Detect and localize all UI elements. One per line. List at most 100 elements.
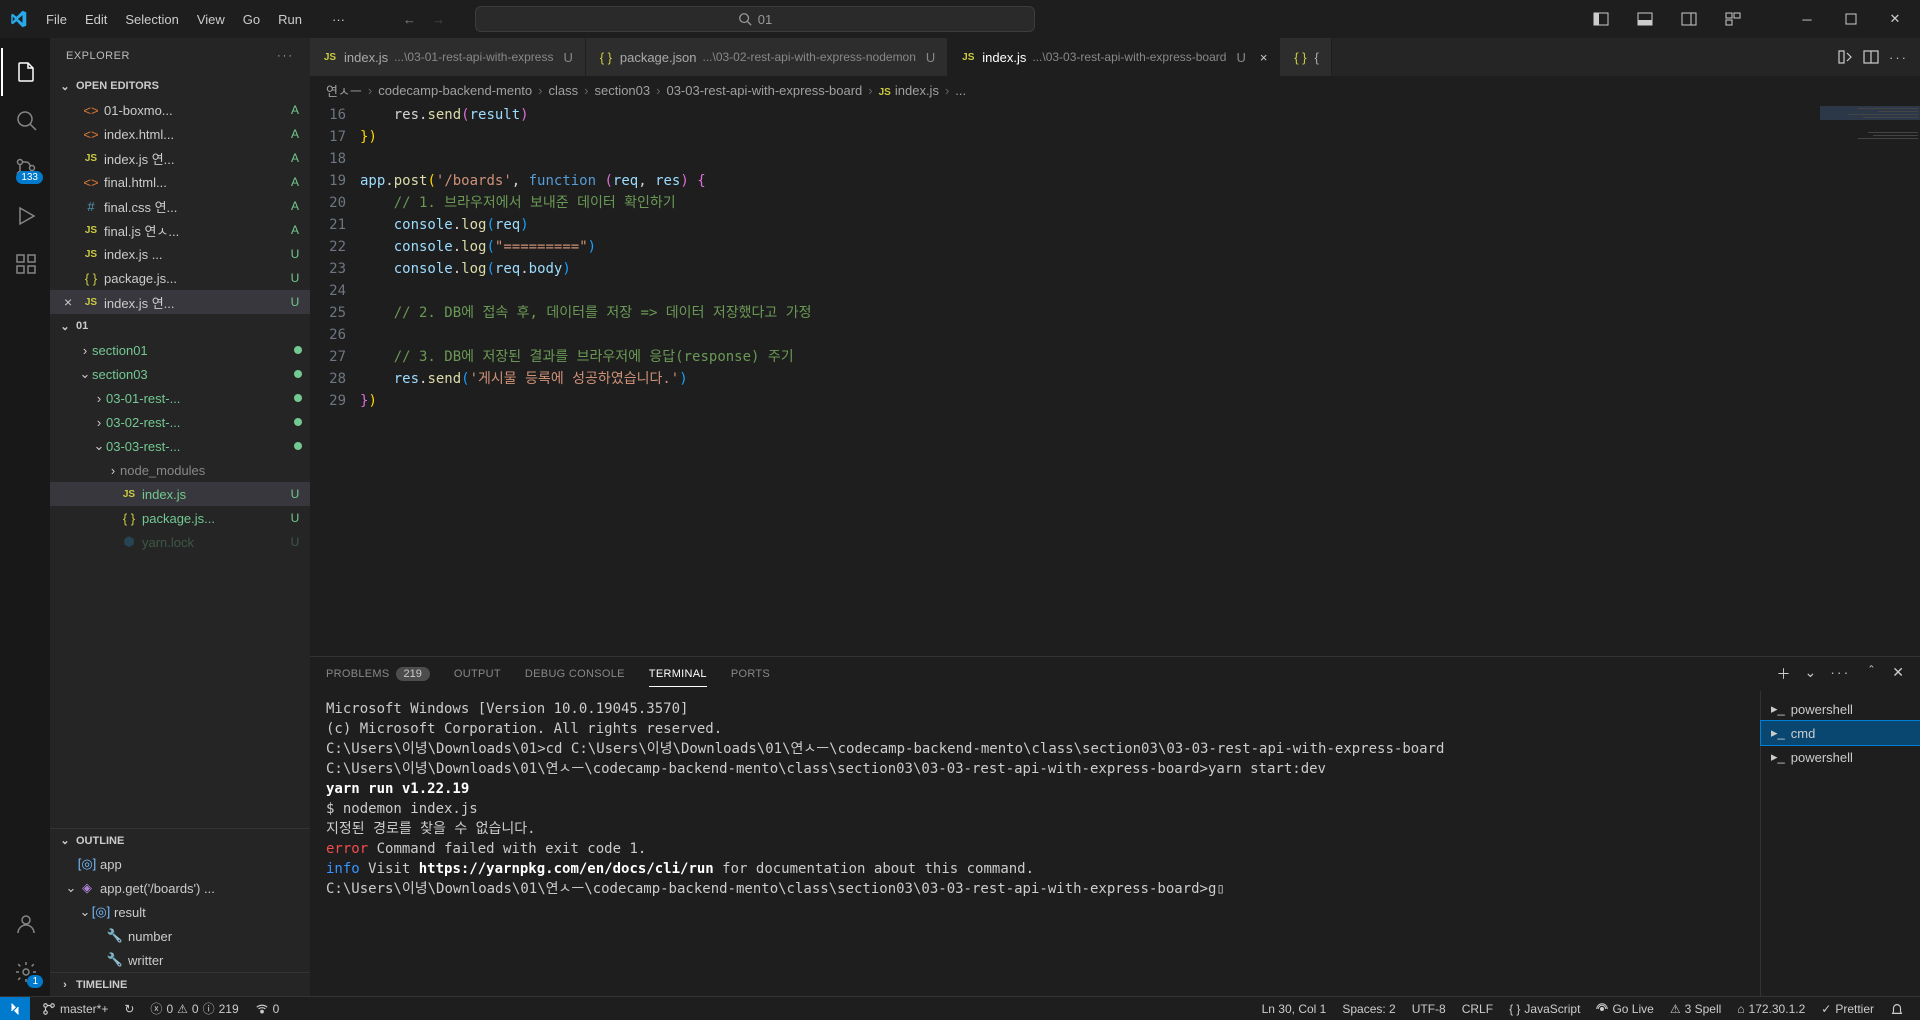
activity-account-icon[interactable]	[1, 900, 49, 948]
breadcrumb-segment[interactable]: section03	[594, 83, 650, 98]
panel-more-icon[interactable]: ···	[1830, 664, 1850, 684]
timeline-header[interactable]: › TIMELINE	[50, 972, 310, 996]
open-editor-item[interactable]: JSfinal.js 연ㅅ...A	[50, 218, 310, 242]
open-editor-item[interactable]: { }package.js...U	[50, 266, 310, 290]
minimap[interactable]	[1820, 104, 1920, 656]
tree-item[interactable]: ⬢yarn.lockU	[50, 530, 310, 554]
open-editor-item[interactable]: <>index.html...A	[50, 122, 310, 146]
open-editor-item[interactable]: JSindex.js ...U	[50, 242, 310, 266]
panel-maximize-icon[interactable]: ＾	[1864, 664, 1878, 684]
panel-tab-output[interactable]: OUTPUT	[454, 662, 501, 686]
open-editor-item[interactable]: ×JSindex.js 연...U	[50, 290, 310, 314]
tree-item[interactable]: ›03-02-rest-...	[50, 410, 310, 434]
workspace-header[interactable]: ⌄ 01	[50, 314, 310, 338]
command-center[interactable]: 01	[475, 6, 1035, 32]
status-port[interactable]: 0	[247, 997, 288, 1020]
tree-item[interactable]: ⌄section03	[50, 362, 310, 386]
run-compare-icon[interactable]	[1837, 49, 1853, 65]
open-editor-item[interactable]: JSindex.js 연...A	[50, 146, 310, 170]
open-editor-item[interactable]: <>final.html...A	[50, 170, 310, 194]
menu-selection[interactable]: Selection	[117, 6, 186, 33]
terminal-list-item[interactable]: ▸_powershell	[1761, 697, 1920, 721]
status-bell-icon[interactable]	[1882, 1002, 1912, 1016]
activity-explorer-icon[interactable]	[1, 48, 49, 96]
activity-search-icon[interactable]	[1, 96, 49, 144]
status-prettier[interactable]: ✓ Prettier	[1813, 1002, 1882, 1016]
breadcrumb-segment[interactable]: ...	[955, 83, 966, 98]
outline-header[interactable]: ⌄ OUTLINE	[50, 828, 310, 852]
breadcrumb[interactable]: 연ㅅㅡ›codecamp-backend-mento›class›section…	[310, 76, 1920, 104]
outline-item[interactable]: 🔧number	[50, 924, 310, 948]
tree-item[interactable]: ›node_modules	[50, 458, 310, 482]
menu-file[interactable]: File	[38, 6, 75, 33]
breadcrumb-segment[interactable]: JSindex.js	[879, 83, 939, 98]
outline-item[interactable]: ⌄◈app.get('/boards') ...	[50, 876, 310, 900]
window-close-icon[interactable]: ✕	[1878, 4, 1912, 34]
code-editor[interactable]: 1617181920212223242526272829 res.send(re…	[310, 104, 1920, 656]
split-editor-icon[interactable]	[1863, 49, 1879, 65]
status-problems[interactable]: ⓧ0 ⚠0 ⓘ219	[142, 997, 246, 1020]
terminal-list-item[interactable]: ▸_powershell	[1761, 745, 1920, 769]
menu-go[interactable]: Go	[235, 6, 268, 33]
panel-tab-debug[interactable]: DEBUG CONSOLE	[525, 662, 625, 686]
panel-tab-problems[interactable]: PROBLEMS	[326, 662, 390, 686]
panel-tab-terminal[interactable]: TERMINAL	[649, 662, 707, 687]
status-encoding[interactable]: UTF-8	[1404, 1002, 1454, 1016]
sidebar-more-icon[interactable]: ···	[277, 50, 294, 62]
outline-item[interactable]: [◎]app	[50, 852, 310, 876]
open-editors-header[interactable]: ⌄ OPEN EDITORS	[50, 74, 310, 98]
menu-view[interactable]: View	[189, 6, 233, 33]
status-golive[interactable]: Go Live	[1588, 1002, 1661, 1016]
tree-item[interactable]: { }package.js...U	[50, 506, 310, 530]
outline-item[interactable]: 🔧writter	[50, 948, 310, 972]
panel-close-icon[interactable]: ✕	[1892, 664, 1904, 684]
panel-tab-ports[interactable]: PORTS	[731, 662, 770, 686]
menu-overflow-icon[interactable]: ···	[324, 6, 353, 33]
menu-run[interactable]: Run	[270, 6, 310, 33]
remote-indicator[interactable]	[0, 997, 30, 1020]
open-editor-item[interactable]: <>01-boxmo...A	[50, 98, 310, 122]
tree-item[interactable]: ⌄03-03-rest-...	[50, 434, 310, 458]
layout-primary-icon[interactable]	[1584, 4, 1618, 34]
status-language[interactable]: { } JavaScript	[1501, 1002, 1588, 1016]
status-spell[interactable]: ⚠ 3 Spell	[1662, 1002, 1729, 1016]
status-branch[interactable]: master*+	[34, 997, 116, 1020]
status-ip[interactable]: ⌂ 172.30.1.2	[1729, 1002, 1813, 1016]
layout-customize-icon[interactable]	[1716, 4, 1750, 34]
editor-tab[interactable]: JSindex.js...\03-01-rest-api-with-expres…	[310, 38, 586, 76]
status-cursor[interactable]: Ln 30, Col 1	[1254, 1002, 1335, 1016]
terminal-dropdown-icon[interactable]: ⌄	[1805, 664, 1817, 684]
open-editor-item[interactable]: #final.css 연...A	[50, 194, 310, 218]
tree-item[interactable]: ›03-01-rest-...	[50, 386, 310, 410]
close-icon[interactable]: ×	[64, 294, 78, 310]
terminal-list-item[interactable]: ▸_cmd	[1761, 721, 1920, 745]
breadcrumb-segment[interactable]: class	[549, 83, 579, 98]
window-maximize-icon[interactable]	[1834, 4, 1868, 34]
terminal-new-icon[interactable]: ＋	[1777, 664, 1791, 684]
editor-more-icon[interactable]: ···	[1889, 50, 1908, 65]
tree-item[interactable]: JSindex.jsU	[50, 482, 310, 506]
breadcrumb-segment[interactable]: codecamp-backend-mento	[378, 83, 532, 98]
activity-settings-icon[interactable]: 1	[1, 948, 49, 996]
layout-secondary-icon[interactable]	[1672, 4, 1706, 34]
close-icon[interactable]: ×	[1260, 50, 1268, 65]
activity-debug-icon[interactable]	[1, 192, 49, 240]
status-spaces[interactable]: Spaces: 2	[1334, 1002, 1403, 1016]
editor-tab[interactable]: JSindex.js...\03-03-rest-api-with-expres…	[948, 38, 1280, 76]
status-sync[interactable]: ↻	[116, 997, 142, 1020]
terminal-output[interactable]: Microsoft Windows [Version 10.0.19045.35…	[310, 691, 1760, 996]
code-content[interactable]: res.send(result)})app.post('/boards', fu…	[360, 104, 1920, 656]
activity-source-control-icon[interactable]: 133	[1, 144, 49, 192]
outline-item[interactable]: ⌄[◎]result	[50, 900, 310, 924]
breadcrumb-segment[interactable]: 03-03-rest-api-with-express-board	[666, 83, 862, 98]
layout-panel-icon[interactable]	[1628, 4, 1662, 34]
editor-tab[interactable]: { }package.json...\03-02-rest-api-with-e…	[586, 38, 948, 76]
window-minimize-icon[interactable]: ─	[1790, 4, 1824, 34]
status-eol[interactable]: CRLF	[1454, 1002, 1501, 1016]
editor-tab[interactable]: { }{	[1280, 38, 1331, 76]
nav-forward-icon[interactable]: →	[432, 12, 445, 27]
breadcrumb-segment[interactable]: 연ㅅㅡ	[326, 81, 362, 100]
menu-edit[interactable]: Edit	[77, 6, 115, 33]
tree-item[interactable]: ›section01	[50, 338, 310, 362]
nav-back-icon[interactable]: ←	[403, 12, 416, 27]
